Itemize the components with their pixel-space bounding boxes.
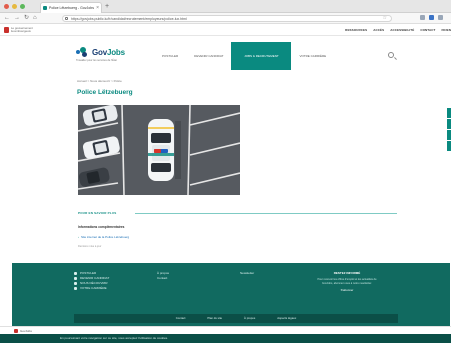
side-tab[interactable]	[447, 108, 451, 118]
favicon-icon	[43, 6, 47, 10]
gov-link[interactable]: CONTACT	[420, 28, 435, 32]
home-button[interactable]: ⌂	[33, 14, 37, 23]
footer: POSTULER DEVENIR CANDIDAT NOUS DÉCOUVRIR VO…	[12, 263, 450, 326]
site-header: GovJobs Travailler pour les services de …	[70, 42, 400, 70]
logo-text: GovJobs	[92, 47, 125, 57]
footer-brand: GovJobs	[20, 328, 32, 333]
section-label: POUR EN SAVOIR PLUS	[78, 211, 117, 215]
footer-newsletter-box: RESTEZ INFORMÉ Pour recevoir les offres …	[312, 271, 382, 293]
back-button[interactable]: ←	[4, 14, 10, 23]
footer-bottom-link[interactable]: Plan du site	[207, 314, 222, 323]
nav-item[interactable]: VOTRE CARRIÈRE	[291, 42, 334, 70]
footer-link[interactable]: Contact	[157, 276, 169, 281]
footer-link-label: VOTRE CARRIÈRE	[80, 286, 107, 290]
extension-icon[interactable]	[420, 15, 425, 20]
breadcrumb[interactable]: Accueil > Nous découvrir > Police	[77, 79, 122, 83]
side-tab[interactable]	[447, 119, 451, 129]
gov-link[interactable]: FR/EN	[442, 28, 451, 32]
gov-link[interactable]: ACCÈS	[373, 28, 384, 32]
extensions	[420, 15, 443, 20]
nav-item[interactable]: POSTULER	[154, 42, 186, 70]
bookmark-star-icon[interactable]: ☆	[383, 16, 387, 21]
browser-toolbar: ← → ↻ ⌂ https://govjobs.public.lu/fr/can…	[0, 13, 451, 24]
side-tab[interactable]	[447, 141, 451, 151]
footer-link[interactable]: VOTRE CARRIÈRE	[74, 286, 109, 291]
search-icon[interactable]	[388, 52, 394, 58]
bullet-icon	[74, 277, 77, 280]
link-label: Site internet de la Police Lëtzebuerg	[81, 235, 130, 239]
maximize-window-icon[interactable]	[20, 4, 25, 9]
tab-title: Police Lëtzebuerg - GovJobs	[49, 6, 94, 10]
forward-button[interactable]: →	[14, 14, 20, 23]
last-updated: Dernière mise à jour	[78, 245, 102, 248]
govjobs-small-logo-icon	[14, 329, 18, 333]
newsletter-desc: Pour recevoir les offres d'emploi et les…	[317, 278, 377, 285]
nav-item[interactable]: DEVENIR CANDIDAT	[186, 42, 231, 70]
gov-logo-icon[interactable]	[4, 27, 9, 33]
hero-image	[78, 105, 240, 195]
police-website-link[interactable]: › Site internet de la Police Lëtzebuerg	[78, 235, 129, 239]
close-window-icon[interactable]	[4, 4, 9, 9]
window-controls	[4, 4, 25, 9]
bullet-icon	[74, 287, 77, 290]
menu-icon[interactable]	[438, 15, 443, 20]
footer-col-main: POSTULER DEVENIR CANDIDAT NOUS DÉCOUVRIR VO…	[74, 271, 109, 291]
nav-item[interactable]: JOBS & RECRUTEMENT	[231, 42, 292, 70]
extension-icon[interactable]	[429, 15, 434, 20]
footer-col-newsletter: Newsletter	[240, 271, 254, 276]
url-text: https://govjobs.public.lu/fr/candidat/re…	[71, 17, 187, 21]
browser-tab-active[interactable]: Police Lëtzebuerg - GovJobs ×	[40, 2, 102, 13]
browser-tab-bar: Police Lëtzebuerg - GovJobs × +	[0, 0, 451, 13]
section-divider	[135, 213, 397, 214]
government-bar: Le gouvernement luxembourgeois RESSOURCE…	[0, 24, 451, 36]
cookie-bar: En poursuivant votre navigation sur ce s…	[0, 334, 451, 343]
subscribe-button[interactable]: S'abonner	[312, 288, 382, 293]
footer-col-about: À propos Contact	[157, 271, 169, 281]
gov-links: RESSOURCES ACCÈS ACCESSIBILITÉ CONTACT FR/EN	[345, 28, 451, 32]
footer-bottom-link[interactable]: Aspects légaux	[277, 314, 296, 323]
footer-bottom-links: Contact Plan du site À propos Aspects légau…	[74, 314, 398, 323]
tagline: Travailler pour les services de l'État	[76, 59, 117, 62]
side-tab[interactable]	[447, 130, 451, 140]
reload-button[interactable]: ↻	[24, 14, 29, 23]
footer-link[interactable]: Newsletter	[240, 271, 254, 276]
address-bar[interactable]: https://govjobs.public.lu/fr/candidat/re…	[62, 15, 392, 22]
gov-link[interactable]: RESSOURCES	[345, 28, 367, 32]
footer-bottom-link[interactable]: À propos	[244, 314, 255, 323]
new-tab-button[interactable]: +	[105, 2, 109, 11]
gov-link[interactable]: ACCESSIBILITÉ	[390, 28, 414, 32]
side-tabs	[447, 108, 451, 152]
bullet-icon	[74, 282, 77, 285]
lock-icon	[65, 17, 68, 20]
minimize-window-icon[interactable]	[12, 4, 17, 9]
tab-close-icon[interactable]: ×	[96, 3, 99, 13]
bullet-icon	[74, 272, 77, 275]
chevron-right-icon: ›	[78, 235, 79, 239]
nav-buttons: ← → ↻ ⌂	[4, 14, 37, 23]
govjobs-logo-icon	[76, 47, 90, 57]
page-title: Police Lëtzebuerg	[77, 89, 133, 96]
newsletter-title: RESTEZ INFORMÉ	[333, 271, 361, 275]
main-nav: POSTULER DEVENIR CANDIDAT JOBS & RECRUTEME…	[154, 42, 334, 70]
parking-lot-illustration	[78, 105, 240, 195]
govjobs-logo[interactable]: GovJobs	[76, 47, 125, 57]
gov-name: Le gouvernement luxembourgeois	[11, 26, 33, 33]
info-title: Informations complémentaires	[78, 225, 125, 229]
footer-bottom-link[interactable]: Contact	[176, 314, 186, 323]
footer-strip: GovJobs	[0, 326, 451, 334]
